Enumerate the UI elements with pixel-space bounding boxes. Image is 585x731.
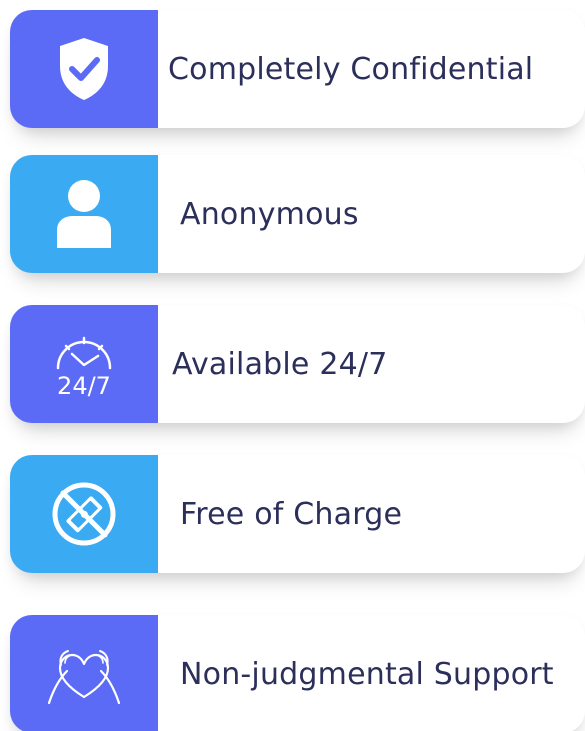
feature-label: Free of Charge <box>180 496 403 532</box>
feature-icon-box <box>10 10 158 128</box>
feature-icon-box: 24/7 <box>10 305 158 423</box>
clock-24-7-icon: 24/7 <box>56 336 112 400</box>
feature-label: Anonymous <box>180 196 359 232</box>
heart-hands-icon <box>47 650 121 705</box>
feature-card-free: Free of Charge <box>10 455 585 573</box>
feature-card-confidential: Completely Confidential <box>10 10 585 128</box>
feature-list: Completely Confidential Anonymous 24/7 A… <box>0 0 585 731</box>
no-money-icon <box>52 482 116 546</box>
person-icon <box>57 180 111 248</box>
feature-card-anonymous: Anonymous <box>10 155 585 273</box>
clock-24-7-text: 24/7 <box>57 372 111 400</box>
feature-card-available: 24/7 Available 24/7 <box>10 305 585 423</box>
feature-icon-box <box>10 455 158 573</box>
feature-icon-box <box>10 155 158 273</box>
feature-label: Completely Confidential <box>168 51 534 87</box>
feature-label: Available 24/7 <box>172 346 388 382</box>
feature-icon-box <box>10 615 158 731</box>
shield-check-icon <box>60 38 108 100</box>
feature-card-non-judgmental: Non-judgmental Support <box>10 615 585 731</box>
feature-label: Non-judgmental Support <box>180 656 554 692</box>
